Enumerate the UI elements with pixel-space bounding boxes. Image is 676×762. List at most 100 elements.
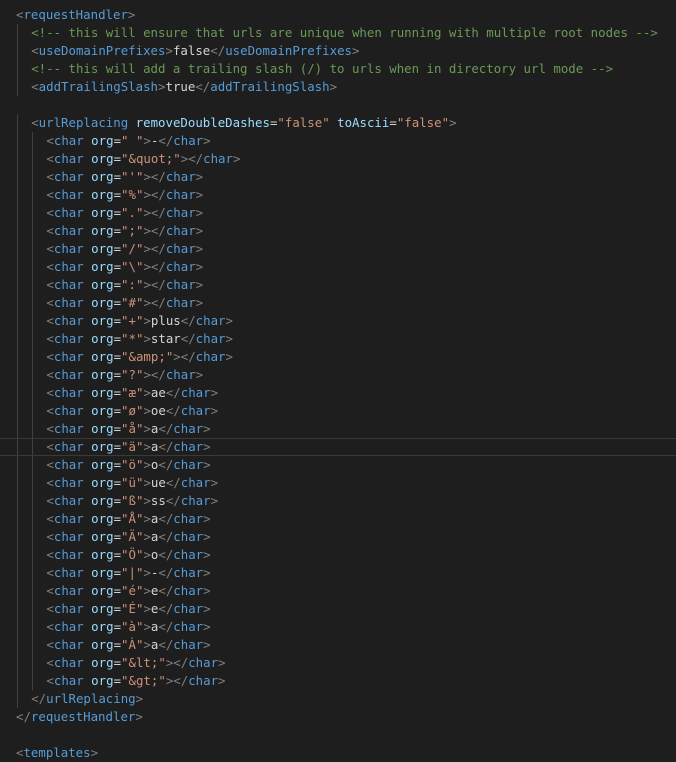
tag-bracket: < [46, 601, 54, 616]
attribute-equals: = [113, 475, 122, 490]
attribute-quote: " [121, 601, 129, 616]
code-line[interactable]: <char org="*">star</char> [0, 330, 676, 348]
tag-name: char [53, 457, 84, 472]
tag-bracket: < [46, 349, 54, 364]
code-line[interactable]: <char org="/"></char> [0, 240, 676, 258]
code-line[interactable]: <char org="ä">a</char> [0, 438, 676, 456]
tag-bracket: </ [31, 691, 47, 706]
code-line[interactable]: <urlReplacing removeDoubleDashes="false"… [0, 114, 676, 132]
code-line[interactable]: <char org="'"></char> [0, 168, 676, 186]
code-line[interactable]: <char org="å">a</char> [0, 420, 676, 438]
tag-bracket: > [173, 349, 181, 364]
code-line[interactable]: <char org="&gt;"></char> [0, 672, 676, 690]
code-line[interactable] [0, 726, 676, 744]
code-line[interactable]: <char org="\"></char> [0, 258, 676, 276]
tag-bracket: > [203, 601, 211, 616]
tag-bracket: > [143, 439, 151, 454]
tag-bracket: < [46, 295, 54, 310]
attribute-name: toAscii [337, 115, 390, 130]
code-line[interactable]: <char org="ß">ss</char> [0, 492, 676, 510]
tag-bracket: > [195, 205, 204, 220]
indent-guide [17, 654, 18, 672]
code-line[interactable]: <requestHandler> [0, 6, 676, 24]
code-line[interactable]: <char org="ø">oe</char> [0, 402, 676, 420]
tag-bracket: </ [158, 601, 174, 616]
attribute-value: ß [128, 493, 136, 508]
attribute-value: ö [128, 457, 136, 472]
indent-guide [17, 312, 18, 330]
code-line[interactable]: <char org="ö">o</char> [0, 456, 676, 474]
attribute-value: + [128, 313, 136, 328]
code-line[interactable]: <char org="+">plus</char> [0, 312, 676, 330]
attribute-value: Å [128, 511, 136, 526]
indent-guide [17, 330, 18, 348]
code-line[interactable]: <char org="æ">ae</char> [0, 384, 676, 402]
tag-bracket: < [46, 565, 54, 580]
attribute-quote: " [322, 115, 330, 130]
attribute-equals: = [113, 673, 122, 688]
code-line[interactable]: <char org="Ö">o</char> [0, 546, 676, 564]
code-line[interactable]: <char org="&quot;"></char> [0, 150, 676, 168]
tag-name: char [53, 421, 84, 436]
tag-bracket: > [203, 529, 211, 544]
code-line[interactable]: <char org=";"></char> [0, 222, 676, 240]
xml-comment: <!-- this will add a trailing slash (/) … [31, 61, 614, 76]
code-line[interactable] [0, 96, 676, 114]
code-line[interactable]: <char org="À">a</char> [0, 636, 676, 654]
tag-bracket: </ [150, 205, 166, 220]
code-line[interactable]: <char org="é">e</char> [0, 582, 676, 600]
code-line[interactable]: <!-- this will ensure that urls are uniq… [0, 24, 676, 42]
tag-bracket: > [218, 655, 226, 670]
code-lines[interactable]: <requestHandler> <!-- this will ensure th… [0, 6, 676, 762]
tag-bracket: < [46, 403, 54, 418]
code-line[interactable]: <useDomainPrefixes>false</useDomainPrefi… [0, 42, 676, 60]
attribute-name: org [91, 295, 114, 310]
attribute-quote: " [121, 205, 129, 220]
tag-name: char [173, 565, 204, 580]
tag-bracket: < [46, 547, 54, 562]
code-line[interactable]: <!-- this will add a trailing slash (/) … [0, 60, 676, 78]
tag-bracket: > [143, 493, 151, 508]
code-line[interactable]: <char org="Å">a</char> [0, 510, 676, 528]
tag-bracket: </ [173, 673, 189, 688]
attribute-value: false [404, 115, 442, 130]
code-line[interactable]: </urlReplacing> [0, 690, 676, 708]
tag-name: char [53, 547, 84, 562]
tag-name: useDomainPrefixes [38, 43, 166, 58]
tag-bracket: < [46, 313, 54, 328]
attribute-equals: = [113, 133, 122, 148]
code-line[interactable]: <char org="%"></char> [0, 186, 676, 204]
code-line[interactable]: <char org="."></char> [0, 204, 676, 222]
code-line[interactable]: <char org=":"></char> [0, 276, 676, 294]
code-line[interactable]: <addTrailingSlash>true</addTrailingSlash… [0, 78, 676, 96]
code-line[interactable]: <char org="#"></char> [0, 294, 676, 312]
code-line[interactable]: <char org="à">a</char> [0, 618, 676, 636]
code-line[interactable]: <char org="|">-</char> [0, 564, 676, 582]
code-line[interactable]: <char org="&lt;"></char> [0, 654, 676, 672]
attribute-quote: " [121, 565, 129, 580]
attribute-equals: = [113, 439, 122, 454]
code-editor[interactable]: <requestHandler> <!-- this will ensure th… [0, 0, 676, 762]
attribute-quote: " [121, 655, 129, 670]
code-line[interactable]: <char org="&amp;"></char> [0, 348, 676, 366]
attribute-quote: " [121, 241, 129, 256]
tag-bracket: > [143, 223, 151, 238]
indent-guide [17, 60, 18, 78]
code-line[interactable]: <char org="?"></char> [0, 366, 676, 384]
tag-bracket: > [135, 709, 143, 724]
tag-bracket: < [46, 277, 54, 292]
code-line[interactable]: <char org=" ">-</char> [0, 132, 676, 150]
tag-bracket: < [46, 133, 54, 148]
code-line[interactable]: </requestHandler> [0, 708, 676, 726]
indent-guide [17, 492, 18, 510]
indent-guide [32, 294, 34, 312]
tag-name: char [165, 223, 196, 238]
code-line[interactable]: <templates> [0, 744, 676, 762]
element-content: ae [150, 385, 166, 400]
tag-bracket: < [46, 241, 54, 256]
code-line[interactable]: <char org="É">e</char> [0, 600, 676, 618]
tag-bracket: < [46, 493, 54, 508]
attribute-name: org [91, 331, 114, 346]
code-line[interactable]: <char org="ü">ue</char> [0, 474, 676, 492]
code-line[interactable]: <char org="Ä">a</char> [0, 528, 676, 546]
